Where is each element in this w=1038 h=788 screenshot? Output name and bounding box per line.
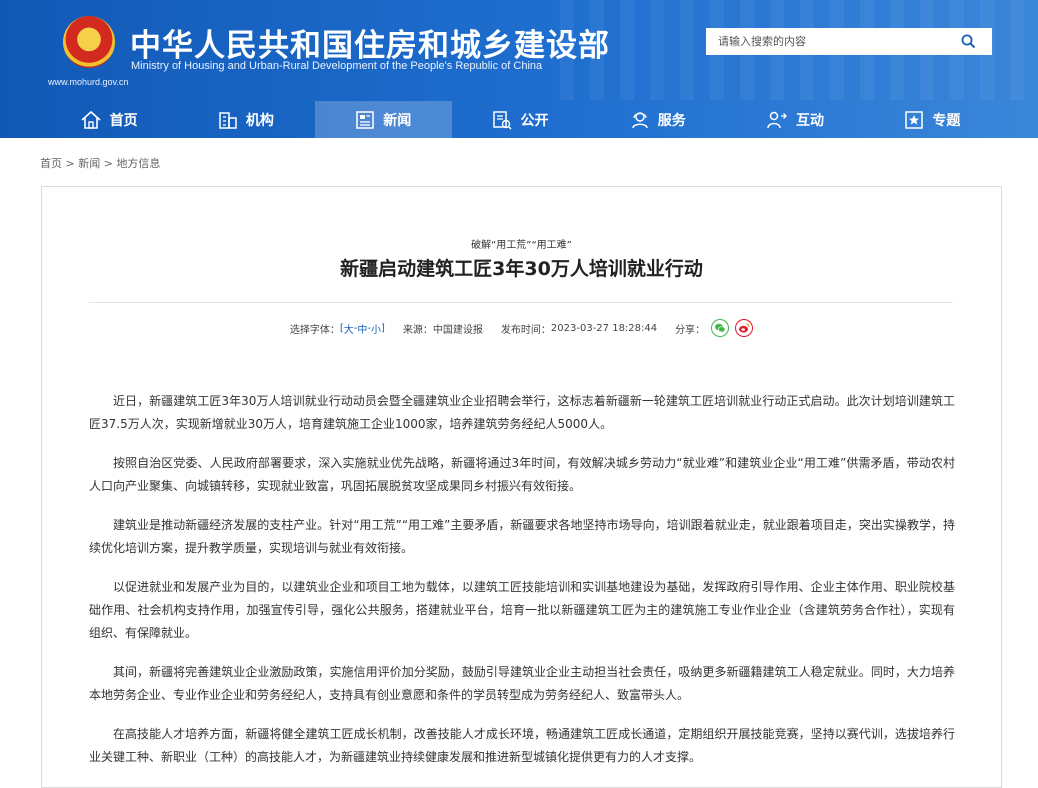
article-meta: 选择字体： [ 大 - 中 - 小 ] 来源： 中国建设报 发布时间： 2023… <box>42 319 1001 337</box>
nav-label: 互动 <box>796 112 825 129</box>
publish-time-label: 发布时间： <box>500 324 551 336</box>
source-value: 中国建设报 <box>432 324 483 336</box>
site-header: ★ 中华人民共和国住房和城乡建设部 Ministry of Housing an… <box>0 0 1038 138</box>
nav-item-home[interactable]: 首页 <box>40 101 177 138</box>
font-small-button[interactable]: 小 <box>371 321 381 336</box>
article-paragraph: 按照自治区党委、人民政府部署要求，深入实施就业优先战略，新疆将通过3年时间，有效… <box>89 456 955 493</box>
breadcrumb-news[interactable]: 新闻 <box>78 157 100 170</box>
search-box <box>706 28 992 55</box>
public-icon <box>493 110 513 130</box>
nav-item-org[interactable]: 机构 <box>177 101 314 138</box>
emblem-star-icon: ★ <box>82 26 96 42</box>
article-paragraph: 建筑业是推动新疆经济发展的支柱产业。针对“用工荒”“用工难”主要矛盾，新疆要求各… <box>89 518 955 555</box>
article-subtitle: 破解“用工荒”“用工难” <box>471 240 572 251</box>
font-medium-button[interactable]: 中 <box>357 321 367 336</box>
home-icon <box>81 110 101 129</box>
national-emblem-icon[interactable]: ★ <box>63 16 115 68</box>
font-large-button[interactable]: 大 <box>344 321 354 336</box>
service-icon <box>632 111 648 128</box>
site-subtitle: Ministry of Housing and Urban-Rural Deve… <box>131 60 543 72</box>
breadcrumb-separator: > <box>103 157 113 170</box>
nav-label: 首页 <box>109 112 138 129</box>
share-label: 分享： <box>675 324 706 336</box>
breadcrumb-current[interactable]: 地方信息 <box>116 157 160 170</box>
breadcrumb-home[interactable]: 首页 <box>40 157 62 170</box>
nav-label: 公开 <box>520 112 549 129</box>
article-paragraph: 其间，新疆将完善建筑业企业激励政策，实施信用评价加分奖励，鼓励引导建筑业企业主动… <box>89 665 955 702</box>
share-wechat-button[interactable] <box>711 319 730 337</box>
weibo-icon <box>739 323 750 333</box>
article-paragraph: 以促进就业和发展产业为目的，以建筑业企业和项目工地为载体，以建筑工匠技能培训和实… <box>89 580 955 640</box>
nav-item-interact[interactable]: 互动 <box>726 101 863 138</box>
article-title: 新疆启动建筑工匠3年30万人培训就业行动 <box>340 258 703 280</box>
breadcrumb-separator: > <box>65 157 75 170</box>
nav-item-public[interactable]: 公开 <box>452 101 589 138</box>
article-body: 近日，新疆建筑工匠3年30万人培训就业行动动员会暨全疆建筑业企业招聘会举行，这标… <box>89 390 955 785</box>
nav-label: 新闻 <box>383 112 412 129</box>
nav-label: 机构 <box>245 112 274 129</box>
nav-item-service[interactable]: 服务 <box>589 101 726 138</box>
share-weibo-button[interactable] <box>735 319 754 337</box>
topic-icon <box>905 110 924 129</box>
article-paragraph: 在高技能人才培养方面，新疆将健全建筑工匠成长机制，改善技能人才成长环境，畅通建筑… <box>89 727 955 764</box>
title-divider <box>89 302 953 303</box>
nav-label: 专题 <box>932 112 961 129</box>
nav-item-news[interactable]: 新闻 <box>314 101 452 138</box>
wechat-icon <box>715 323 726 333</box>
font-size-label: 选择字体： <box>289 324 340 336</box>
article-paragraph: 近日，新疆建筑工匠3年30万人培训就业行动动员会暨全疆建筑业企业招聘会举行，这标… <box>89 394 955 431</box>
source-label: 来源： <box>402 324 433 336</box>
search-icon <box>961 34 976 49</box>
nav-item-topic[interactable]: 专题 <box>864 101 1001 138</box>
org-icon <box>219 111 237 129</box>
search-button[interactable] <box>944 28 992 55</box>
publish-time-value: 2023-03-27 18:28:44 <box>550 322 658 334</box>
font-bracket-close: ] <box>381 322 385 334</box>
article-panel: 破解“用工荒”“用工难” 新疆启动建筑工匠3年30万人培训就业行动 选择字体： … <box>41 186 1002 788</box>
news-icon <box>356 110 374 129</box>
main-nav: 首页 机构 新闻 公开 服务 互动 专题 <box>40 101 1001 138</box>
interact-icon <box>767 111 787 128</box>
nav-label: 服务 <box>657 112 686 129</box>
search-input[interactable] <box>706 28 942 55</box>
site-title[interactable]: 中华人民共和国住房和城乡建设部 <box>130 20 610 65</box>
site-url: www.mohurd.gov.cn <box>48 77 129 87</box>
breadcrumb: 首页 > 新闻 > 地方信息 <box>40 155 160 171</box>
